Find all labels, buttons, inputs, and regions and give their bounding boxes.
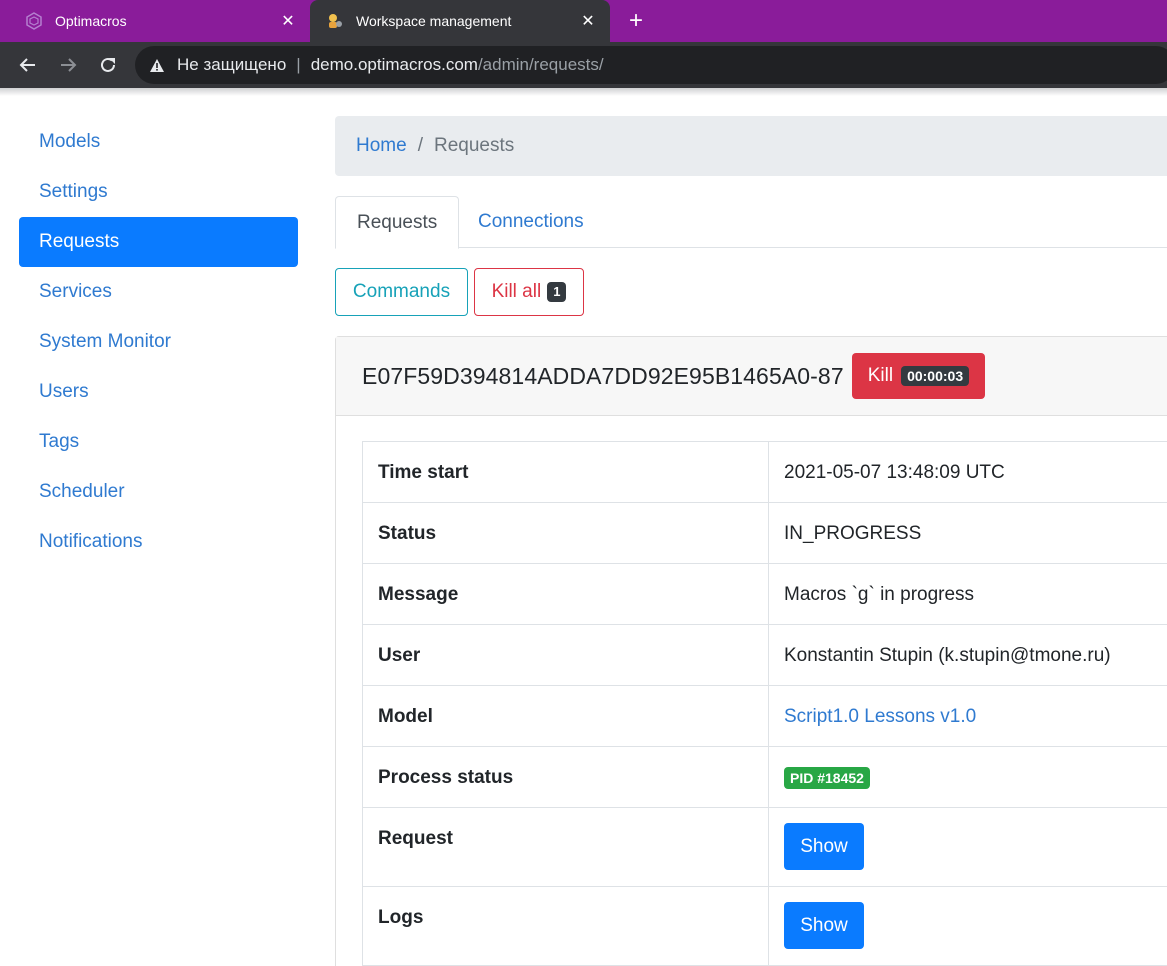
model-link[interactable]: Script1.0 Lessons v1.0 — [784, 706, 976, 727]
row-value-logs-cell: Show — [768, 886, 1167, 966]
table-row: User Konstantin Stupin (k.stupin@tmone.r… — [362, 624, 1167, 686]
sidebar-item-system-monitor[interactable]: System Monitor — [19, 317, 298, 367]
sidebar-item-notifications[interactable]: Notifications — [19, 517, 298, 567]
kill-all-button-label: Kill all — [491, 281, 542, 302]
kill-button[interactable]: Kill 00:00:03 — [851, 353, 986, 399]
request-id: E07F59D394814ADDA7DD92E95B1465A0-87 — [362, 362, 844, 389]
row-key-time-start: Time start — [362, 441, 769, 503]
request-tabs: Requests Connections — [335, 196, 1167, 249]
kill-all-button[interactable]: Kill all 1 — [474, 268, 584, 316]
row-value-request-cell: Show — [768, 807, 1167, 887]
table-row: Time start 2021-05-07 13:48:09 UTC — [362, 441, 1167, 503]
table-row: Logs Show — [362, 886, 1167, 966]
sidebar-item-scheduler[interactable]: Scheduler — [19, 467, 298, 517]
kill-all-count-badge: 1 — [547, 282, 567, 302]
browser-tab-workspace[interactable]: Workspace management ✕ — [310, 0, 610, 42]
row-key-request: Request — [362, 807, 769, 887]
workspace-favicon-icon — [326, 12, 344, 30]
row-key-process-status: Process status — [362, 746, 769, 808]
row-key-logs: Logs — [362, 886, 769, 966]
commands-button[interactable]: Commands — [335, 268, 468, 316]
show-logs-button[interactable]: Show — [784, 902, 864, 949]
row-value-model-cell: Script1.0 Lessons v1.0 — [768, 685, 1167, 747]
breadcrumb-separator: / — [417, 135, 423, 156]
tab-connections[interactable]: Connections — [457, 196, 605, 248]
row-value-process-status-cell: PID #18452 — [768, 746, 1167, 808]
request-card: E07F59D394814ADDA7DD92E95B1465A0-87 Kill… — [335, 336, 1167, 966]
optimacros-logo-icon — [25, 12, 43, 30]
table-row: Request Show — [362, 807, 1167, 887]
row-key-message: Message — [362, 563, 769, 625]
elapsed-time-badge: 00:00:03 — [901, 366, 970, 386]
row-value-user: Konstantin Stupin (k.stupin@tmone.ru) — [768, 624, 1167, 686]
browser-tab-optimacros[interactable]: Optimacros ✕ — [0, 0, 310, 42]
table-row: Message Macros `g` in progress — [362, 563, 1167, 625]
show-request-button[interactable]: Show — [784, 823, 864, 870]
table-row: Model Script1.0 Lessons v1.0 — [362, 685, 1167, 747]
row-key-model: Model — [362, 685, 769, 747]
request-details-table: Time start 2021-05-07 13:48:09 UTC Statu… — [362, 441, 1167, 966]
toolbar-shadow — [0, 88, 1167, 96]
new-tab-plus-icon[interactable]: + — [622, 7, 650, 35]
breadcrumb: Home / Requests — [335, 116, 1167, 176]
request-card-header: E07F59D394814ADDA7DD92E95B1465A0-87 Kill… — [336, 337, 1167, 416]
sidebar-item-services[interactable]: Services — [19, 267, 298, 317]
address-separator: | — [296, 55, 301, 74]
row-value-time-start: 2021-05-07 13:48:09 UTC — [768, 441, 1167, 503]
browser-tab-title: Workspace management — [356, 13, 512, 29]
sidebar-item-settings[interactable]: Settings — [19, 167, 298, 217]
breadcrumb-home-link[interactable]: Home — [356, 135, 407, 157]
row-value-status: IN_PROGRESS — [768, 502, 1167, 564]
reload-icon[interactable] — [94, 51, 122, 79]
row-key-user: User — [362, 624, 769, 686]
browser-tab-title: Optimacros — [55, 13, 127, 29]
security-label: Не защищено — [177, 55, 287, 74]
browser-tabstrip: Optimacros ✕ Workspace management ✕ + — [0, 0, 1167, 42]
breadcrumb-current: Requests — [433, 135, 515, 156]
sidebar-item-tags[interactable]: Tags — [19, 417, 298, 467]
table-row: Process status PID #18452 — [362, 746, 1167, 808]
row-key-status: Status — [362, 502, 769, 564]
address-bar[interactable]: Не защищено | demo.optimacros.com/admin/… — [135, 46, 1167, 84]
table-row: Status IN_PROGRESS — [362, 502, 1167, 564]
close-icon[interactable]: ✕ — [578, 11, 598, 31]
browser-toolbar: Не защищено | demo.optimacros.com/admin/… — [0, 42, 1167, 88]
sidebar-item-requests[interactable]: Requests — [19, 217, 298, 267]
forward-arrow-icon[interactable] — [54, 51, 82, 79]
close-icon[interactable]: ✕ — [278, 11, 298, 31]
back-arrow-icon[interactable] — [14, 51, 42, 79]
row-value-message: Macros `g` in progress — [768, 563, 1167, 625]
sidebar-item-users[interactable]: Users — [19, 367, 298, 417]
pid-badge: PID #18452 — [784, 767, 870, 789]
commands-button-label: Commands — [352, 281, 451, 302]
warning-triangle-icon — [149, 58, 167, 73]
sidebar: Models Settings Requests Services System… — [19, 117, 298, 567]
tab-requests[interactable]: Requests — [335, 196, 460, 249]
sidebar-item-models[interactable]: Models — [19, 117, 298, 167]
kill-button-label: Kill — [867, 365, 894, 386]
url-path: /admin/requests/ — [477, 55, 604, 74]
url-host: demo.optimacros.com — [310, 55, 478, 74]
